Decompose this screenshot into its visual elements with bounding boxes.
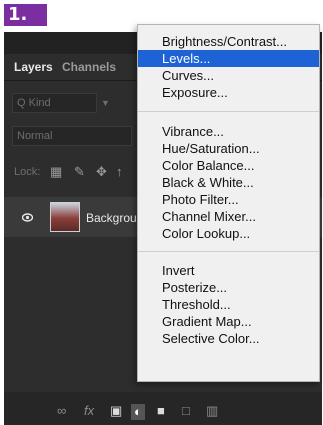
menu-item-channel-mixer[interactable]: Channel Mixer...	[138, 208, 319, 225]
menu-item-posterize[interactable]: Posterize...	[138, 279, 319, 296]
menu-item-exposure[interactable]: Exposure...	[138, 84, 319, 101]
lock-move-icon[interactable]: ✥	[96, 164, 107, 180]
tab-channels[interactable]: Channels	[62, 60, 116, 74]
menu-item-selective-color[interactable]: Selective Color...	[138, 330, 319, 347]
adjustment-layer-icon[interactable]: ◐	[131, 404, 145, 420]
eye-icon[interactable]	[22, 213, 33, 222]
menu-separator	[138, 251, 319, 252]
blend-mode-select[interactable]: Normal	[12, 126, 132, 146]
menu-item-gradient-map[interactable]: Gradient Map...	[138, 313, 319, 330]
link-icon[interactable]: ∞	[57, 404, 66, 418]
fx-icon[interactable]: fx	[84, 404, 94, 418]
layer-thumbnail[interactable]	[50, 202, 80, 232]
menu-item-black-white[interactable]: Black & White...	[138, 174, 319, 191]
menu-item-vibrance[interactable]: Vibrance...	[138, 123, 319, 140]
lock-transparent-icon[interactable]: ▦	[50, 164, 62, 180]
lock-label: Lock:	[14, 166, 41, 178]
menu-item-color-balance[interactable]: Color Balance...	[138, 157, 319, 174]
menu-item-brightness-contrast[interactable]: Brightness/Contrast...	[138, 33, 319, 50]
menu-item-photo-filter[interactable]: Photo Filter...	[138, 191, 319, 208]
search-input[interactable]: Q Kind	[12, 93, 97, 113]
trash-icon[interactable]: ▥	[206, 404, 218, 418]
menu-item-levels[interactable]: Levels...	[138, 50, 319, 67]
adjustment-menu: Brightness/Contrast... Levels... Curves.…	[137, 24, 320, 382]
lock-artboard-icon[interactable]: ↑	[116, 164, 123, 179]
tab-layers[interactable]: Layers	[14, 60, 53, 74]
mask-icon[interactable]: ▣	[110, 404, 122, 418]
lock-brush-icon[interactable]: ✎	[74, 164, 85, 180]
step-badge: 1.	[4, 4, 47, 26]
menu-separator	[138, 111, 319, 112]
menu-item-color-lookup[interactable]: Color Lookup...	[138, 225, 319, 242]
folder-icon[interactable]: ■	[157, 404, 165, 418]
menu-item-invert[interactable]: Invert	[138, 262, 319, 279]
chevron-down-icon[interactable]: ▼	[101, 93, 115, 113]
menu-item-curves[interactable]: Curves...	[138, 67, 319, 84]
menu-item-hue-saturation[interactable]: Hue/Saturation...	[138, 140, 319, 157]
menu-item-threshold[interactable]: Threshold...	[138, 296, 319, 313]
new-layer-icon[interactable]: □	[182, 404, 190, 418]
